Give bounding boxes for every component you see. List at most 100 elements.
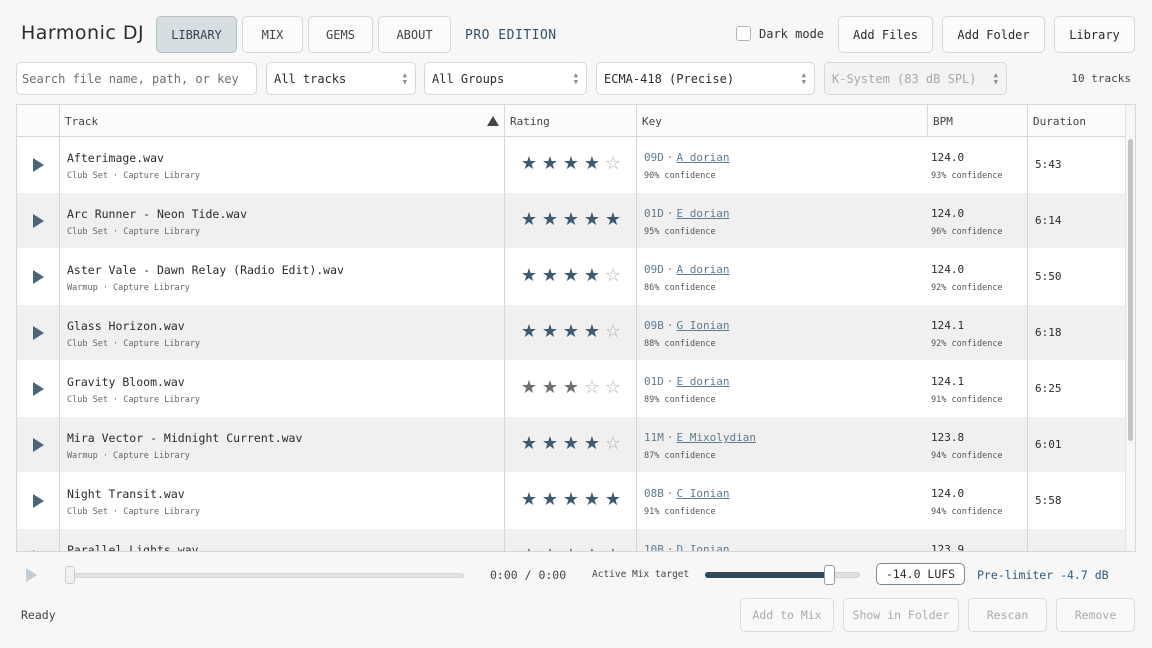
star-empty-icon[interactable]: ☆ [604,434,622,454]
seek-bar[interactable] [66,573,464,578]
play-icon[interactable] [33,158,44,172]
star-filled-icon[interactable]: ★ [541,210,559,230]
remove-button[interactable]: Remove [1056,598,1135,632]
table-scrollbar[interactable] [1125,105,1135,551]
table-row[interactable]: Mira Vector - Midnight Current.wav Warmu… [17,417,1127,473]
header-duration[interactable]: Duration [1027,105,1127,137]
star-filled-icon[interactable]: ★ [541,266,559,286]
star-filled-icon[interactable]: ★ [520,378,538,398]
rating-stars[interactable]: ★ ★ ★ ★ ☆ [520,266,622,286]
star-filled-icon[interactable]: ★ [541,546,559,552]
play-icon[interactable] [33,550,44,551]
star-filled-icon[interactable]: ★ [583,434,601,454]
star-empty-icon[interactable]: ☆ [604,154,622,174]
tab-mix[interactable]: MIX [242,16,303,53]
star-filled-icon[interactable]: ★ [520,546,538,552]
star-filled-icon[interactable]: ★ [604,490,622,510]
star-filled-icon[interactable]: ★ [520,154,538,174]
star-filled-icon[interactable]: ★ [562,546,580,552]
seek-handle[interactable] [65,566,75,584]
add-files-button[interactable]: Add Files [838,16,933,53]
rescan-button[interactable]: Rescan [968,598,1047,632]
star-empty-icon[interactable]: ☆ [583,378,601,398]
key-name-link[interactable]: D Ionian [677,543,730,551]
star-filled-icon[interactable]: ★ [520,210,538,230]
star-filled-icon[interactable]: ★ [541,378,559,398]
star-filled-icon[interactable]: ★ [541,154,559,174]
key-name-link[interactable]: E dorian [677,207,730,220]
rating-stars[interactable]: ★ ★ ★ ★ ☆ [520,322,622,342]
star-filled-icon[interactable]: ★ [583,210,601,230]
tracks-select[interactable]: All tracks ▲ ▼ [266,62,416,95]
star-filled-icon[interactable]: ★ [520,490,538,510]
groups-select[interactable]: All Groups ▲ ▼ [424,62,587,95]
star-filled-icon[interactable]: ★ [583,154,601,174]
rating-stars[interactable]: ★★★★★ [520,546,622,552]
star-filled-icon[interactable]: ★ [541,322,559,342]
star-filled-icon[interactable]: ★ [562,154,580,174]
key-name-link[interactable]: E dorian [677,375,730,388]
search-input[interactable] [16,62,257,95]
star-filled-icon[interactable]: ★ [604,210,622,230]
rating-stars[interactable]: ★★★★★ [520,490,622,510]
table-row[interactable]: Arc Runner - Neon Tide.wav Club Set · Ca… [17,193,1127,249]
star-filled-icon[interactable]: ★ [604,546,622,552]
dark-mode-toggle[interactable]: Dark mode [736,26,824,41]
rating-stars[interactable]: ★ ★ ★ ★ ☆ [520,434,622,454]
star-filled-icon[interactable]: ★ [583,490,601,510]
loudness-standard-select[interactable]: ECMA-418 (Precise) ▲ ▼ [596,62,815,95]
star-empty-icon[interactable]: ☆ [604,378,622,398]
play-icon[interactable] [33,494,44,508]
table-row[interactable]: Night Transit.wav Club Set · Capture Lib… [17,473,1127,529]
table-row[interactable]: Afterimage.wav Club Set · Capture Librar… [17,137,1127,193]
rating-stars[interactable]: ★ ★ ★ ☆ ☆ [520,378,622,398]
star-filled-icon[interactable]: ★ [562,490,580,510]
star-filled-icon[interactable]: ★ [541,434,559,454]
rating-stars[interactable]: ★★★★★ [520,210,622,230]
dark-mode-checkbox[interactable] [736,26,751,41]
table-row[interactable]: Gravity Bloom.wav Club Set · Capture Lib… [17,361,1127,417]
header-key[interactable]: Key [636,105,927,137]
lufs-slider-handle[interactable] [824,565,835,585]
star-filled-icon[interactable]: ★ [562,322,580,342]
key-name-link[interactable]: C Ionian [677,487,730,500]
key-name-link[interactable]: A dorian [677,263,730,276]
star-filled-icon[interactable]: ★ [520,434,538,454]
scrollbar-thumb[interactable] [1128,139,1133,441]
table-row[interactable]: Aster Vale - Dawn Relay (Radio Edit).wav… [17,249,1127,305]
tab-gems[interactable]: GEMS [308,16,373,53]
star-filled-icon[interactable]: ★ [541,490,559,510]
star-filled-icon[interactable]: ★ [583,322,601,342]
star-empty-icon[interactable]: ☆ [604,322,622,342]
key-name-link[interactable]: A dorian [677,151,730,164]
star-filled-icon[interactable]: ★ [520,266,538,286]
header-bpm[interactable]: BPM [927,105,1027,137]
table-row[interactable]: Parallel Lights.wav ★★★★★ 10B·D Ionian 1… [17,529,1127,552]
add-to-mix-button[interactable]: Add to Mix [740,598,834,632]
play-icon[interactable] [33,270,44,284]
star-filled-icon[interactable]: ★ [562,210,580,230]
star-empty-icon[interactable]: ☆ [604,266,622,286]
star-filled-icon[interactable]: ★ [562,378,580,398]
header-rating[interactable]: Rating [504,105,636,137]
transport-play-icon[interactable] [26,568,37,582]
key-name-link[interactable]: E Mixolydian [677,431,756,444]
tab-library[interactable]: LIBRARY [156,16,237,53]
key-name-link[interactable]: G Ionian [677,319,730,332]
play-icon[interactable] [33,214,44,228]
library-button[interactable]: Library [1054,16,1135,53]
play-icon[interactable] [33,382,44,396]
play-icon[interactable] [33,438,44,452]
header-track[interactable]: Track [59,105,504,137]
star-filled-icon[interactable]: ★ [583,266,601,286]
add-folder-button[interactable]: Add Folder [942,16,1045,53]
table-row[interactable]: Glass Horizon.wav Club Set · Capture Lib… [17,305,1127,361]
star-filled-icon[interactable]: ★ [562,266,580,286]
tab-about[interactable]: ABOUT [378,16,451,53]
play-icon[interactable] [33,326,44,340]
star-filled-icon[interactable]: ★ [583,546,601,552]
star-filled-icon[interactable]: ★ [520,322,538,342]
rating-stars[interactable]: ★ ★ ★ ★ ☆ [520,154,622,174]
star-filled-icon[interactable]: ★ [562,434,580,454]
show-in-folder-button[interactable]: Show in Folder [843,598,959,632]
